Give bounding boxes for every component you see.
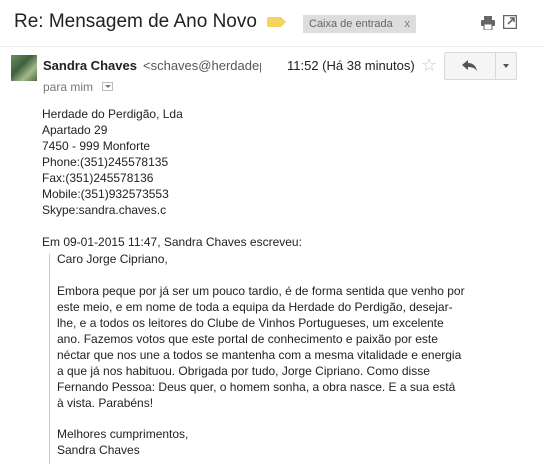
signature-line: Mobile:(351)932573553 <box>42 187 169 201</box>
subject-row: Re: Mensagem de Ano Novo Caixa de entrad… <box>0 0 544 46</box>
quote-line: Fernando Pessoa: Deus quer, o homem sonh… <box>57 380 456 394</box>
quote-line: à vista. Parabéns! <box>57 396 154 410</box>
signature-line: Phone:(351)245578135 <box>42 155 169 169</box>
message-timestamp: 11:52 (Há 38 minutos) <box>287 58 415 73</box>
sender-avatar[interactable] <box>11 55 37 81</box>
reply-icon <box>462 60 477 71</box>
reply-button[interactable] <box>445 53 495 79</box>
quote-line: Embora peque por já ser um pouco tardio,… <box>57 284 465 298</box>
quote-closing: Melhores cumprimentos, <box>57 427 189 441</box>
star-icon[interactable]: ☆ <box>421 55 437 76</box>
label-icon[interactable] <box>267 17 286 27</box>
signature-block: Herdade do Perdigão, Lda Apartado 29 745… <box>42 106 183 218</box>
signature-line: Herdade do Perdigão, Lda <box>42 107 183 121</box>
quote-line: este meio, e em nome de toda a equipa da… <box>57 300 453 314</box>
signature-line: Fax:(351)245578136 <box>42 171 154 185</box>
quote-line: ano. Fazemos votos que este portal de co… <box>57 332 438 346</box>
more-caret-icon <box>503 64 509 68</box>
quote-closing-name: Sandra Chaves <box>57 443 140 457</box>
quote-attribution: Em 09-01-2015 11:47, Sandra Chaves escre… <box>42 235 302 249</box>
sender-email: <schaves@herdadep <box>143 58 261 73</box>
new-window-icon[interactable] <box>503 15 517 29</box>
quote-line: lhe, e a todos os leitores do Clube de V… <box>57 316 444 330</box>
remove-label-button[interactable]: x <box>405 15 411 33</box>
recipient-line: para mim <box>43 80 94 94</box>
inbox-label-chip[interactable]: Caixa de entrada x <box>303 15 416 33</box>
signature-line: Apartado 29 <box>42 123 108 137</box>
quote-bar <box>49 254 50 464</box>
quote-paragraph: Embora peque por já ser um pouco tardio,… <box>57 283 465 411</box>
header-divider <box>0 46 544 47</box>
print-icon[interactable] <box>480 16 496 30</box>
to-details-caret-icon[interactable] <box>102 82 113 91</box>
quote-line: a que já nos habituou. Obrigada por tudo… <box>57 364 430 378</box>
quote-line: néctar que nos une a todos se mantenha c… <box>57 348 462 362</box>
email-subject: Re: Mensagem de Ano Novo <box>14 11 257 32</box>
quote-greeting: Caro Jorge Cipriano, <box>57 252 168 266</box>
signature-line: Skype:sandra.chaves.c <box>42 203 167 217</box>
reply-button-group <box>444 52 517 80</box>
more-actions-button[interactable] <box>496 53 516 79</box>
signature-line: 7450 - 999 Monforte <box>42 139 151 153</box>
inbox-label-text: Caixa de entrada <box>309 18 393 30</box>
sender-name[interactable]: Sandra Chaves <box>43 58 137 73</box>
